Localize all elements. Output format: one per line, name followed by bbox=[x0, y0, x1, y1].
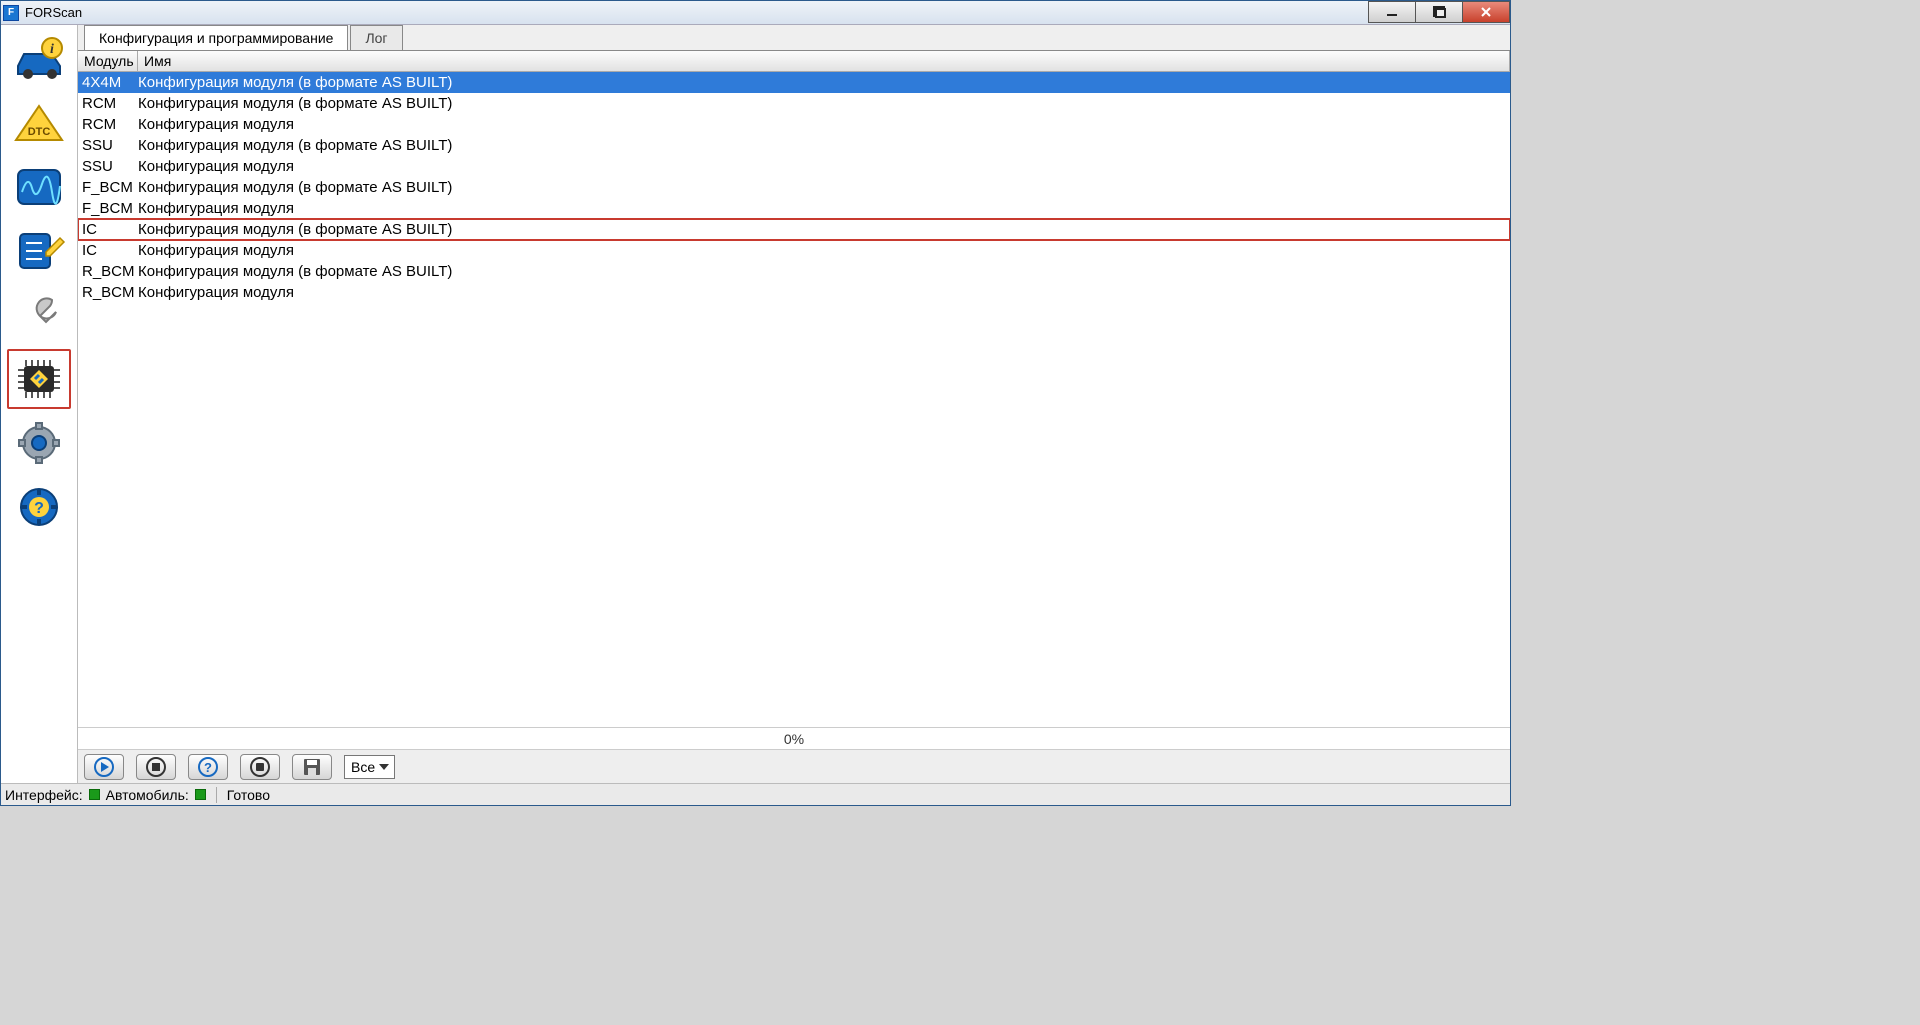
status-car-indicator-icon bbox=[195, 789, 206, 800]
status-car-label: Автомобиль: bbox=[106, 787, 189, 803]
sidebar-item-oscilloscope[interactable] bbox=[7, 157, 71, 217]
app-icon: F bbox=[3, 5, 19, 21]
play-button[interactable] bbox=[84, 754, 124, 780]
table-row[interactable]: SSUКонфигурация модуля (в формате AS BUI… bbox=[78, 135, 1510, 156]
svg-text:?: ? bbox=[34, 500, 44, 517]
save-button[interactable] bbox=[292, 754, 332, 780]
table-row[interactable]: RCMКонфигурация модуля (в формате AS BUI… bbox=[78, 93, 1510, 114]
row-module: IC bbox=[78, 221, 138, 238]
sidebar-item-tests[interactable] bbox=[7, 221, 71, 281]
row-module: IC bbox=[78, 242, 138, 259]
statusbar: Интерфейс: Автомобиль: Готово bbox=[1, 783, 1510, 805]
table-row[interactable]: RCMКонфигурация модуля bbox=[78, 114, 1510, 135]
row-name: Конфигурация модуля (в формате AS BUILT) bbox=[138, 221, 1510, 238]
sidebar: i DTC bbox=[1, 25, 78, 783]
app-window: F FORScan i bbox=[0, 0, 1511, 806]
row-name: Конфигурация модуля (в формате AS BUILT) bbox=[138, 263, 1510, 280]
row-module: RCM bbox=[78, 95, 138, 112]
table-row[interactable]: F_BCMКонфигурация модуля bbox=[78, 198, 1510, 219]
window-controls bbox=[1369, 1, 1510, 23]
minimize-button[interactable] bbox=[1368, 1, 1416, 23]
status-separator bbox=[216, 787, 217, 803]
row-name: Конфигурация модуля (в формате AS BUILT) bbox=[138, 137, 1510, 154]
app-title: FORScan bbox=[25, 5, 82, 20]
tab-config-programming[interactable]: Конфигурация и программирование bbox=[84, 25, 348, 50]
close-button[interactable] bbox=[1462, 1, 1510, 23]
body-area: i DTC bbox=[1, 25, 1510, 783]
row-module: R_BCM bbox=[78, 263, 138, 280]
status-ready-label: Готово bbox=[227, 787, 270, 803]
bottom-toolbar: ? Все bbox=[78, 749, 1510, 783]
column-headers: Модуль Имя bbox=[78, 51, 1510, 72]
progress-text: 0% bbox=[784, 731, 804, 747]
sidebar-item-service[interactable] bbox=[7, 285, 71, 345]
row-module: SSU bbox=[78, 158, 138, 175]
sidebar-item-about[interactable]: ? bbox=[7, 477, 71, 537]
status-interface-label: Интерфейс: bbox=[5, 787, 83, 803]
help-button[interactable]: ? bbox=[188, 754, 228, 780]
stop-button[interactable] bbox=[136, 754, 176, 780]
tab-bar: Конфигурация и программирование Лог bbox=[78, 25, 1510, 51]
table-row[interactable]: F_BCMКонфигурация модуля (в формате AS B… bbox=[78, 177, 1510, 198]
row-name: Конфигурация модуля bbox=[138, 242, 1510, 259]
row-name: Конфигурация модуля (в формате AS BUILT) bbox=[138, 95, 1510, 112]
sidebar-item-vehicle-info[interactable]: i bbox=[7, 29, 71, 89]
row-module: F_BCM bbox=[78, 179, 138, 196]
module-list[interactable]: 4X4MКонфигурация модуля (в формате AS BU… bbox=[78, 72, 1510, 727]
row-module: 4X4M bbox=[78, 74, 138, 91]
sidebar-item-settings[interactable] bbox=[7, 413, 71, 473]
svg-text:i: i bbox=[50, 42, 54, 57]
row-module: F_BCM bbox=[78, 200, 138, 217]
svg-text:?: ? bbox=[204, 760, 212, 775]
column-header-name[interactable]: Имя bbox=[138, 51, 1510, 71]
table-row[interactable]: ICКонфигурация модуля (в формате AS BUIL… bbox=[78, 219, 1510, 240]
table-row[interactable]: 4X4MКонфигурация модуля (в формате AS BU… bbox=[78, 72, 1510, 93]
svg-text:DTC: DTC bbox=[28, 126, 51, 138]
row-name: Конфигурация модуля (в формате AS BUILT) bbox=[138, 179, 1510, 196]
table-row[interactable]: R_BCMКонфигурация модуля (в формате AS B… bbox=[78, 261, 1510, 282]
sidebar-item-dtc[interactable]: DTC bbox=[7, 93, 71, 153]
maximize-button[interactable] bbox=[1415, 1, 1463, 23]
titlebar: F FORScan bbox=[1, 1, 1510, 25]
table-row[interactable]: SSUКонфигурация модуля bbox=[78, 156, 1510, 177]
table-row[interactable]: R_BCMКонфигурация модуля bbox=[78, 282, 1510, 303]
row-module: RCM bbox=[78, 116, 138, 133]
status-interface-indicator-icon bbox=[89, 789, 100, 800]
row-module: SSU bbox=[78, 137, 138, 154]
filter-select-wrap: Все bbox=[344, 755, 395, 779]
column-header-module[interactable]: Модуль bbox=[78, 51, 138, 71]
main-panel: Конфигурация и программирование Лог Моду… bbox=[78, 25, 1510, 783]
progress-bar: 0% bbox=[78, 727, 1510, 749]
row-name: Конфигурация модуля bbox=[138, 158, 1510, 175]
tab-log[interactable]: Лог bbox=[350, 25, 402, 50]
row-module: R_BCM bbox=[78, 284, 138, 301]
row-name: Конфигурация модуля (в формате AS BUILT) bbox=[138, 74, 1510, 91]
load-button[interactable] bbox=[240, 754, 280, 780]
sidebar-item-programming[interactable] bbox=[7, 349, 71, 409]
row-name: Конфигурация модуля bbox=[138, 284, 1510, 301]
row-name: Конфигурация модуля bbox=[138, 200, 1510, 217]
row-name: Конфигурация модуля bbox=[138, 116, 1510, 133]
filter-select[interactable]: Все bbox=[344, 755, 395, 779]
table-row[interactable]: ICКонфигурация модуля bbox=[78, 240, 1510, 261]
